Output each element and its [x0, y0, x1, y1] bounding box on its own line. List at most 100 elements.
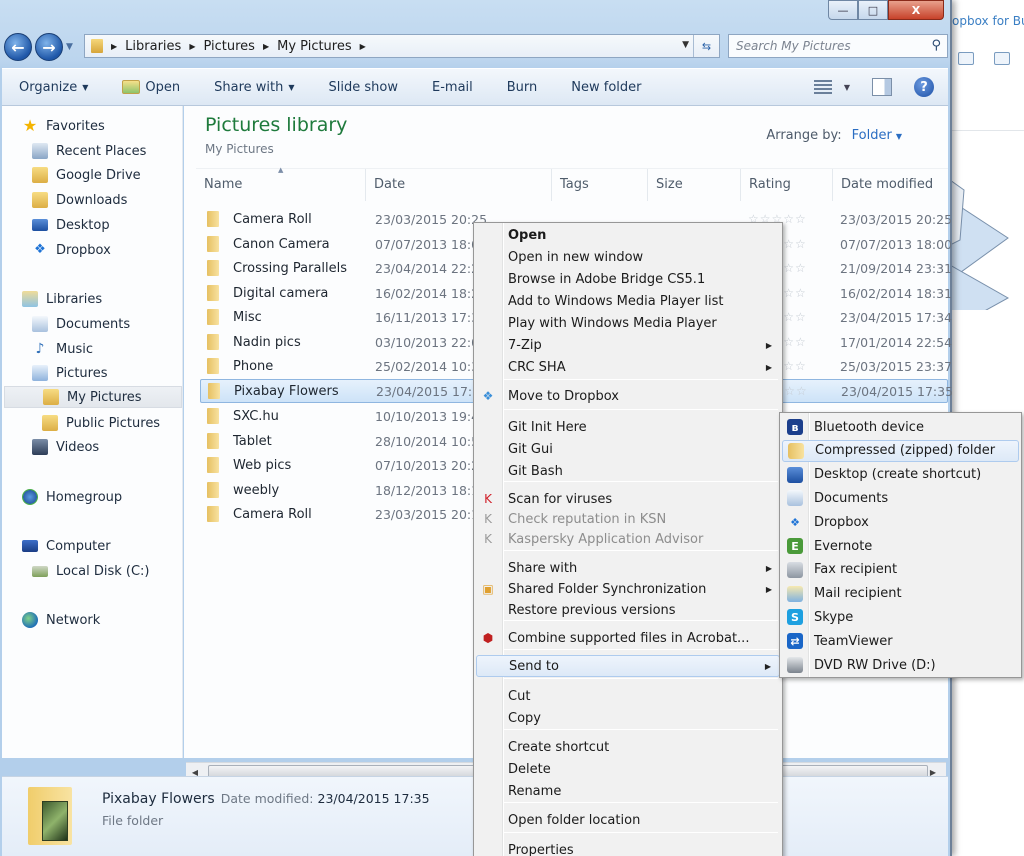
- menu-item-open-in-new-window[interactable]: Open in new window: [476, 246, 780, 268]
- column-header-size[interactable]: Size: [648, 169, 741, 201]
- column-header-date[interactable]: Date: [366, 169, 552, 201]
- sidebar-item-google-drive[interactable]: Google Drive: [32, 164, 141, 186]
- back-button[interactable]: ←: [4, 33, 32, 61]
- sidebar-item-recent-places[interactable]: Recent Places: [32, 140, 146, 162]
- sidebar-item-homegroup[interactable]: Homegroup: [22, 486, 122, 508]
- menu-item-crc-sha[interactable]: CRC SHA ▶: [476, 356, 780, 378]
- sidebar-item-libraries[interactable]: Libraries: [22, 288, 102, 310]
- search-box[interactable]: ⚲: [728, 34, 948, 58]
- folder-add-icon[interactable]: [958, 52, 974, 65]
- change-view-icon[interactable]: [813, 80, 832, 94]
- menu-item-cut[interactable]: Cut: [476, 685, 780, 707]
- menu-item-delete[interactable]: Delete: [476, 758, 780, 780]
- menu-item-git-bash[interactable]: Git Bash: [476, 460, 780, 482]
- send-to-item-evernote[interactable]: E Evernote: [782, 535, 1019, 557]
- breadcrumb-arrow-icon[interactable]: ▶: [189, 42, 195, 51]
- column-header-date-modified[interactable]: Date modified: [833, 169, 948, 201]
- breadcrumb-libraries[interactable]: Libraries: [125, 39, 181, 54]
- menu-item-play-with-windows-media-player[interactable]: Play with Windows Media Player: [476, 312, 780, 334]
- view-options-dropdown-icon[interactable]: ▼: [844, 83, 850, 92]
- send-to-item-skype[interactable]: S Skype: [782, 606, 1019, 628]
- sidebar-item-videos[interactable]: Videos: [32, 436, 99, 458]
- menu-item-shared-folder-synchronization[interactable]: ▣ Shared Folder Synchronization ▶: [476, 578, 780, 600]
- menu-item-open-folder-location[interactable]: Open folder location: [476, 809, 780, 831]
- breadcrumb-arrow-icon[interactable]: ▶: [263, 42, 269, 51]
- help-icon[interactable]: ?: [914, 77, 934, 97]
- search-input[interactable]: [736, 39, 916, 53]
- menu-item-restore-previous-versions[interactable]: Restore previous versions: [476, 599, 780, 621]
- column-header-name[interactable]: Name: [196, 169, 366, 201]
- menu-item-combine-supported-files-in-acrobat[interactable]: ⬢ Combine supported files in Acrobat...: [476, 627, 780, 649]
- recent-pages-dropdown[interactable]: ▼: [66, 42, 73, 52]
- menu-item-copy[interactable]: Copy: [476, 707, 780, 729]
- menu-item-open[interactable]: Open: [476, 224, 780, 246]
- chevron-down-icon[interactable]: ▼: [896, 132, 902, 141]
- menu-item-move-to-dropbox[interactable]: ❖ Move to Dropbox: [476, 385, 780, 407]
- open-button[interactable]: Open: [105, 80, 197, 95]
- send-to-item-documents[interactable]: Documents: [782, 487, 1019, 509]
- organize-button[interactable]: Organize ▼: [2, 80, 105, 95]
- sidebar-item-pictures[interactable]: Pictures: [32, 362, 107, 384]
- refresh-button[interactable]: ⇆: [693, 35, 719, 57]
- menu-item-properties[interactable]: Properties: [476, 839, 780, 856]
- network-icon: [22, 612, 38, 628]
- sidebar-item-my-pictures[interactable]: My Pictures: [4, 386, 182, 408]
- menu-item-kaspersky-application-advisor[interactable]: K Kaspersky Application Advisor: [476, 528, 780, 550]
- send-to-item-fax-recipient[interactable]: Fax recipient: [782, 559, 1019, 581]
- slide-show-button[interactable]: Slide show: [312, 80, 415, 95]
- command-bar: Organize ▼ Open Share with ▼ Slide show E-…: [2, 68, 948, 106]
- menu-item-create-shortcut[interactable]: Create shortcut: [476, 736, 780, 758]
- context-menu: Open Open in new window Browse in Adobe Br…: [473, 222, 783, 856]
- breadcrumb-arrow-icon[interactable]: ▶: [360, 42, 366, 51]
- sidebar-item-desktop[interactable]: Desktop: [32, 214, 110, 236]
- send-to-item-desktop-create-shortcut[interactable]: Desktop (create shortcut): [782, 464, 1019, 486]
- breadcrumb-pictures[interactable]: Pictures: [203, 39, 254, 54]
- menu-item-rename[interactable]: Rename: [476, 780, 780, 802]
- search-icon[interactable]: ⚲: [931, 38, 941, 53]
- new-folder-button[interactable]: New folder: [554, 80, 658, 95]
- send-to-item-dropbox[interactable]: ❖ Dropbox: [782, 511, 1019, 533]
- sidebar-item-network[interactable]: Network: [22, 609, 100, 631]
- menu-item-check-reputation-in-ksn[interactable]: K Check reputation in KSN: [476, 508, 780, 530]
- preview-pane-icon[interactable]: [872, 78, 892, 96]
- teamviewer-icon: ⇄: [787, 633, 803, 650]
- send-to-item-mail-recipient[interactable]: Mail recipient: [782, 583, 1019, 605]
- burn-button[interactable]: Burn: [490, 80, 555, 95]
- menu-item-share-with[interactable]: Share with ▶: [476, 557, 780, 579]
- send-to-item-bluetooth-device[interactable]: ʙ Bluetooth device: [782, 416, 1019, 438]
- menu-item-git-gui[interactable]: Git Gui: [476, 438, 780, 460]
- breadcrumb-my-pictures[interactable]: My Pictures: [277, 39, 352, 54]
- close-button[interactable]: X: [888, 0, 944, 20]
- breadcrumb-arrow-icon[interactable]: ▶: [111, 42, 117, 51]
- sidebar-item-local-disk[interactable]: Local Disk (C:): [32, 560, 149, 582]
- send-to-item-compressed-zipped-folder[interactable]: Compressed (zipped) folder: [782, 439, 1019, 462]
- sidebar-item-dropbox[interactable]: ❖ Dropbox: [32, 239, 111, 261]
- sidebar-item-music[interactable]: ♪ Music: [32, 338, 93, 360]
- arrange-by-dropdown[interactable]: Folder: [852, 128, 892, 143]
- share-with-button[interactable]: Share with ▼: [197, 80, 311, 95]
- menu-item-git-init-here[interactable]: Git Init Here: [476, 416, 780, 438]
- email-button[interactable]: E-mail: [415, 80, 490, 95]
- column-header-tags[interactable]: Tags: [552, 169, 648, 201]
- column-header-rating[interactable]: Rating: [741, 169, 833, 201]
- menu-item-7-zip[interactable]: 7-Zip ▶: [476, 334, 780, 356]
- address-history-dropdown[interactable]: ▼: [682, 40, 689, 50]
- sidebar-item-downloads[interactable]: Downloads: [32, 189, 127, 211]
- file-name: Web pics: [233, 457, 292, 473]
- menu-item-browse-in-adobe-bridge-cs5-1[interactable]: Browse in Adobe Bridge CS5.1: [476, 268, 780, 290]
- maximize-button[interactable]: □: [858, 0, 888, 20]
- menu-item-label: Cut: [508, 688, 531, 704]
- minimize-button[interactable]: —: [828, 0, 858, 20]
- menu-item-scan-for-viruses[interactable]: K Scan for viruses: [476, 488, 780, 510]
- sidebar-item-public-pictures[interactable]: Public Pictures: [42, 412, 160, 434]
- folder-share-icon[interactable]: [994, 52, 1010, 65]
- send-to-item-dvd-rw-drive-d[interactable]: DVD RW Drive (D:): [782, 654, 1019, 676]
- send-to-item-teamviewer[interactable]: ⇄ TeamViewer: [782, 630, 1019, 652]
- menu-item-send-to[interactable]: Send to ▶: [476, 655, 780, 677]
- menu-item-add-to-windows-media-player-list[interactable]: Add to Windows Media Player list: [476, 290, 780, 312]
- address-bar[interactable]: ▶ Libraries ▶ Pictures ▶ My Pictures ▶ ▼…: [84, 34, 720, 58]
- sidebar-item-computer[interactable]: Computer: [22, 535, 111, 557]
- sidebar-item-documents[interactable]: Documents: [32, 313, 130, 335]
- sidebar-item-favorites[interactable]: ★ Favorites: [22, 115, 105, 137]
- forward-button[interactable]: →: [35, 33, 63, 61]
